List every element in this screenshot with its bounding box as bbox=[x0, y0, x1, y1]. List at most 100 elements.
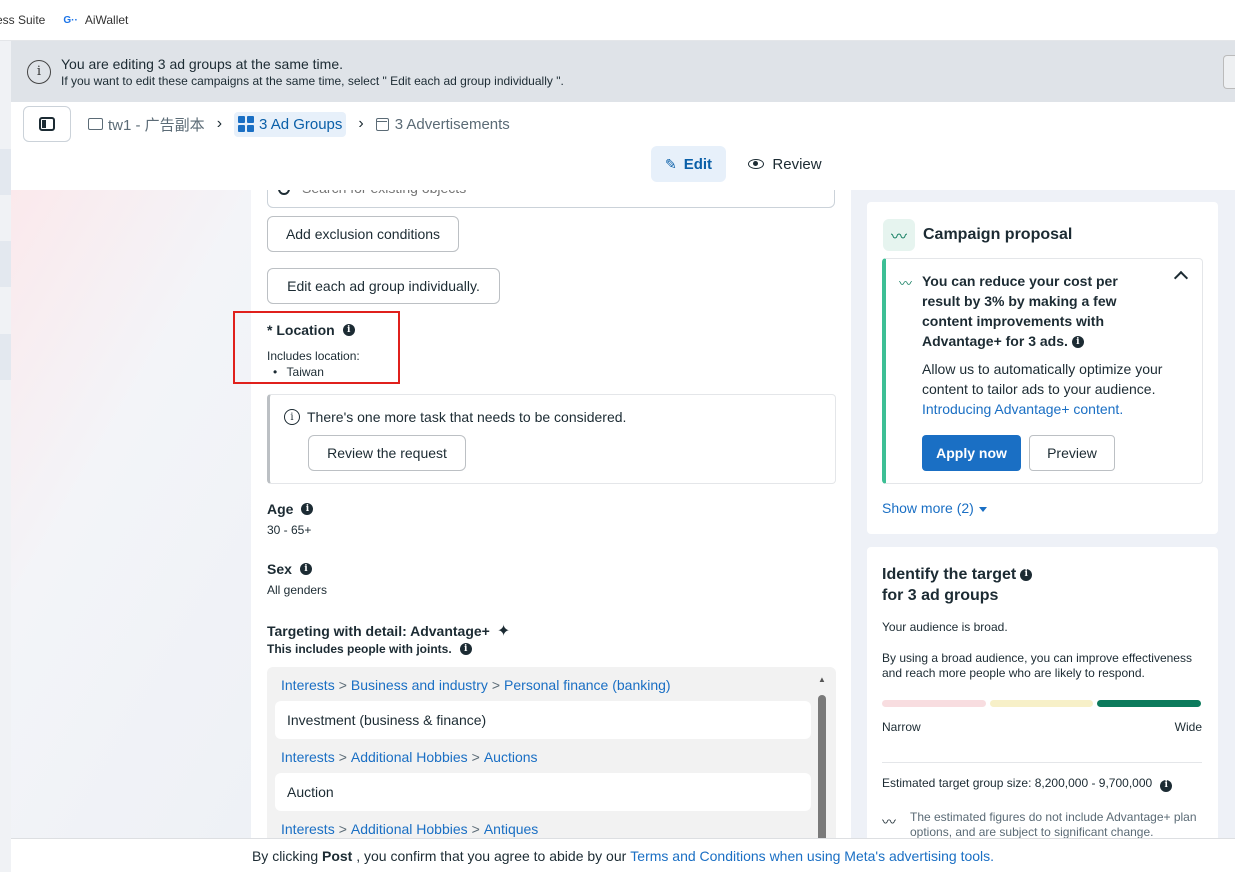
sidebar-toggle-icon bbox=[39, 117, 55, 131]
gauge-narrow-segment bbox=[882, 700, 986, 707]
banner-subtitle: If you want to edit these campaigns at t… bbox=[61, 73, 564, 88]
search-input[interactable] bbox=[302, 190, 702, 196]
tab-review[interactable]: Review bbox=[745, 146, 825, 182]
chevron-up-icon[interactable] bbox=[1173, 270, 1189, 286]
age-label: Age i bbox=[267, 501, 314, 517]
category-link[interactable]: Personal finance (banking) bbox=[504, 677, 671, 693]
category-link[interactable]: Interests bbox=[281, 677, 335, 693]
audience-size-text: Estimated target group size: 8,200,000 -… bbox=[882, 776, 1153, 790]
terms-link[interactable]: Terms and Conditions when using Meta's a… bbox=[630, 848, 994, 864]
bulk-edit-banner: i You are editing 3 ad groups at the sam… bbox=[11, 41, 1235, 102]
wallet-icon: G·· bbox=[63, 14, 78, 26]
trend-icon: 〰 bbox=[883, 219, 915, 251]
ad-group-form: Add exclusion conditions Edit each ad gr… bbox=[251, 190, 851, 838]
breadcrumb-ads[interactable]: 3 Advertisements bbox=[375, 115, 510, 133]
terms-footer: By clicking Post , you confirm that you … bbox=[11, 838, 1235, 872]
location-highlight-box bbox=[233, 311, 400, 384]
preview-button[interactable]: Preview bbox=[1029, 435, 1115, 471]
breadcrumb-ad-groups-label: 3 Ad Groups bbox=[259, 115, 343, 133]
path-separator: > bbox=[471, 749, 480, 765]
breadcrumb-ad-groups[interactable]: 3 Ad Groups bbox=[234, 111, 347, 137]
category-link[interactable]: Interests bbox=[281, 821, 335, 837]
info-icon: i bbox=[27, 59, 51, 84]
search-icon bbox=[278, 190, 290, 195]
bookmark-aiwallet[interactable]: G·· AiWallet bbox=[63, 13, 128, 27]
sidebar-marker bbox=[0, 149, 11, 195]
campaign-proposal-card: 〰 Campaign proposal 〰 You can reduce you… bbox=[867, 202, 1218, 534]
bookmark-business-suite[interactable]: ess Suite bbox=[0, 13, 45, 27]
detailed-targeting-list: Interests > Business and industry > Personal… bbox=[267, 667, 836, 838]
breadcrumb-campaign-label: tw1 - 广告副本 bbox=[108, 116, 205, 134]
category-link[interactable]: Interests bbox=[281, 749, 335, 765]
info-icon[interactable]: i bbox=[459, 643, 472, 655]
banner-action-button[interactable] bbox=[1223, 55, 1235, 89]
ad-groups-icon bbox=[238, 116, 255, 132]
gauge-wide-label: Wide bbox=[1174, 720, 1202, 734]
audience-broad-text: Your audience is broad. bbox=[882, 620, 1008, 634]
target-title-line2: for 3 ad groups bbox=[882, 587, 999, 604]
category-link[interactable]: Additional Hobbies bbox=[351, 821, 468, 837]
search-input-wrapper[interactable] bbox=[267, 190, 835, 208]
info-icon[interactable]: i bbox=[1160, 779, 1173, 792]
audience-gauge bbox=[882, 700, 1202, 707]
scrollbar[interactable]: ▲ bbox=[818, 675, 828, 838]
path-separator: > bbox=[491, 677, 501, 693]
bookmark-label: AiWallet bbox=[84, 13, 129, 27]
suggestion-body-text: Allow us to automatically optimize your … bbox=[922, 361, 1163, 397]
footer-post: Post bbox=[322, 847, 353, 864]
info-icon[interactable]: i bbox=[1020, 568, 1033, 581]
path-separator: > bbox=[338, 749, 347, 765]
left-background bbox=[11, 190, 251, 838]
category-link[interactable]: Auctions bbox=[484, 749, 538, 765]
eye-icon bbox=[748, 159, 765, 169]
list-item[interactable]: Investment (business & finance) bbox=[275, 701, 811, 739]
trend-icon: 〰 bbox=[882, 814, 896, 830]
category-path: Interests > Additional Hobbies > Antiques bbox=[281, 821, 538, 837]
targeting-sub: This includes people with joints. i bbox=[267, 642, 472, 656]
info-icon[interactable]: i bbox=[1071, 336, 1084, 349]
tab-edit[interactable]: ✎ Edit bbox=[651, 146, 726, 182]
review-request-button[interactable]: Review the request bbox=[308, 435, 466, 471]
targeting-label-text: Targeting with detail: Advantage+ bbox=[267, 623, 490, 639]
info-icon: i bbox=[284, 409, 300, 425]
edit-individually-button[interactable]: Edit each ad group individually. bbox=[267, 268, 500, 304]
path-separator: > bbox=[338, 821, 347, 837]
pending-task-card: i There's one more task that needs to be… bbox=[267, 394, 836, 484]
tab-edit-label: Edit bbox=[683, 155, 713, 173]
path-separator: > bbox=[338, 677, 347, 693]
info-icon[interactable]: i bbox=[299, 563, 312, 575]
sidebar-marker bbox=[0, 334, 11, 380]
category-path: Interests > Additional Hobbies > Auctions bbox=[281, 749, 538, 765]
suggestion-title: You can reduce your cost per result by 3… bbox=[922, 271, 1142, 351]
left-sidebar-strip bbox=[0, 41, 11, 872]
apply-now-button[interactable]: Apply now bbox=[922, 435, 1021, 471]
sex-label: Sex i bbox=[267, 561, 312, 577]
scrollbar-thumb[interactable] bbox=[818, 695, 826, 838]
chevron-right-icon: › bbox=[216, 115, 223, 132]
banner-title: You are editing 3 ad groups at the same … bbox=[61, 55, 343, 72]
scroll-up-icon[interactable]: ▲ bbox=[818, 675, 826, 684]
pencil-icon: ✎ bbox=[664, 155, 677, 172]
add-exclusion-button[interactable]: Add exclusion conditions bbox=[267, 216, 459, 252]
gauge-mid-segment bbox=[989, 700, 1094, 707]
estimate-note: The estimated figures do not include Adv… bbox=[910, 810, 1197, 839]
category-link[interactable]: Additional Hobbies bbox=[351, 749, 468, 765]
gauge-wide-segment bbox=[1097, 700, 1202, 707]
path-separator: > bbox=[471, 821, 480, 837]
gauge-narrow-label: Narrow bbox=[882, 720, 921, 734]
age-label-text: Age bbox=[267, 501, 294, 517]
category-link[interactable]: Business and industry bbox=[351, 677, 488, 693]
info-icon[interactable]: i bbox=[301, 503, 314, 515]
tab-review-label: Review bbox=[772, 155, 822, 173]
sidebar-marker bbox=[0, 241, 11, 287]
breadcrumb-ads-label: 3 Advertisements bbox=[394, 115, 510, 133]
list-item[interactable]: Auction bbox=[275, 773, 811, 811]
show-more-link[interactable]: Show more (2) bbox=[882, 500, 987, 516]
ad-icon bbox=[375, 117, 389, 131]
advantage-content-link[interactable]: Introducing Advantage+ content. bbox=[922, 401, 1123, 417]
category-link[interactable]: Antiques bbox=[484, 821, 538, 837]
breadcrumb-campaign[interactable]: tw1 - 广告副本 bbox=[88, 114, 205, 135]
audience-advice-text: By using a broad audience, you can impro… bbox=[882, 651, 1192, 680]
panel-toggle-button[interactable] bbox=[23, 106, 71, 142]
divider bbox=[882, 762, 1202, 763]
